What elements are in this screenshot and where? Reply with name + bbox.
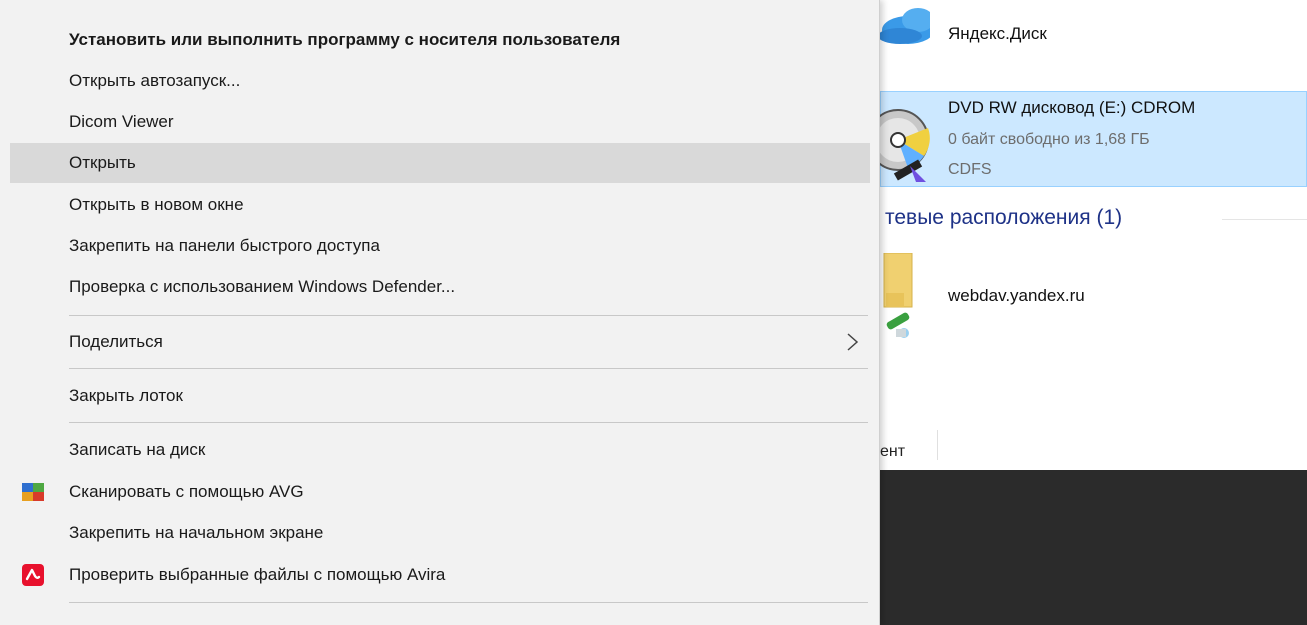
menu-item-label: Проверка с использованием Windows Defend… (69, 277, 456, 296)
context-menu: Установить или выполнить программу с нос… (0, 0, 880, 625)
menu-item-label: Поделиться (69, 332, 163, 351)
menu-separator (69, 315, 868, 316)
menu-item-install-run[interactable]: Установить или выполнить программу с нос… (10, 20, 870, 60)
avg-icon (22, 483, 44, 501)
cd-drive-icon (880, 109, 930, 182)
menu-item-label: Сканировать с помощью AVG (69, 482, 304, 501)
menu-item-windows-defender[interactable]: Проверка с использованием Windows Defend… (10, 267, 870, 307)
menu-item-share[interactable]: Поделиться (10, 322, 870, 362)
status-bar-text: ент (880, 443, 906, 460)
menu-item-open-new-window[interactable]: Открыть в новом окне (10, 185, 870, 225)
dark-background-area (880, 470, 1307, 625)
menu-item-pin-quick-access[interactable]: Закрепить на панели быстрого доступа (10, 226, 870, 266)
menu-item-label: Закрепить на панели быстрого доступа (69, 236, 380, 255)
menu-item-label: Записать на диск (69, 440, 206, 459)
menu-item-label: Dicom Viewer (69, 112, 174, 131)
network-locations-header[interactable]: тевые расположения (1) (885, 206, 1122, 230)
avira-icon (22, 564, 44, 586)
menu-item-label: Установить или выполнить программу с нос… (69, 30, 621, 49)
menu-separator (69, 602, 868, 603)
menu-item-label: Закрепить на начальном экране (69, 523, 324, 542)
dvd-drive-filesystem: CDFS (948, 161, 992, 178)
menu-item-scan-avg[interactable]: Сканировать с помощью AVG (10, 472, 870, 512)
cloud-icon (880, 8, 930, 44)
menu-item-open-autoplay[interactable]: Открыть автозапуск... (10, 61, 870, 101)
menu-item-label: Открыть автозапуск... (69, 71, 241, 90)
menu-item-dicom-viewer[interactable]: Dicom Viewer (10, 102, 870, 142)
webdav-label: webdav.yandex.ru (948, 286, 1085, 305)
menu-item-pin-start[interactable]: Закрепить на начальном экране (10, 513, 870, 553)
menu-item-label: Открыть (69, 153, 136, 172)
status-bar-divider (937, 430, 938, 460)
dvd-drive-name: DVD RW дисковод (E:) CDROM (948, 98, 1196, 117)
section-divider (1222, 219, 1307, 220)
menu-separator (69, 422, 868, 423)
menu-item-burn-disc[interactable]: Записать на диск (10, 430, 870, 470)
menu-item-label: Открыть в новом окне (69, 195, 244, 214)
menu-separator (69, 368, 868, 369)
network-folder-icon (883, 253, 913, 338)
dvd-drive-free-space: 0 байт свободно из 1,68 ГБ (948, 131, 1150, 148)
menu-item-label: Закрыть лоток (69, 386, 183, 405)
menu-item-open[interactable]: Открыть (10, 143, 870, 183)
chevron-right-icon (847, 333, 859, 351)
yandex-disk-label: Яндекс.Диск (948, 24, 1047, 43)
menu-item-label: Проверить выбранные файлы с помощью Avir… (69, 565, 446, 584)
menu-item-scan-avira[interactable]: Проверить выбранные файлы с помощью Avir… (10, 555, 870, 595)
menu-item-close-tray[interactable]: Закрыть лоток (10, 376, 870, 416)
